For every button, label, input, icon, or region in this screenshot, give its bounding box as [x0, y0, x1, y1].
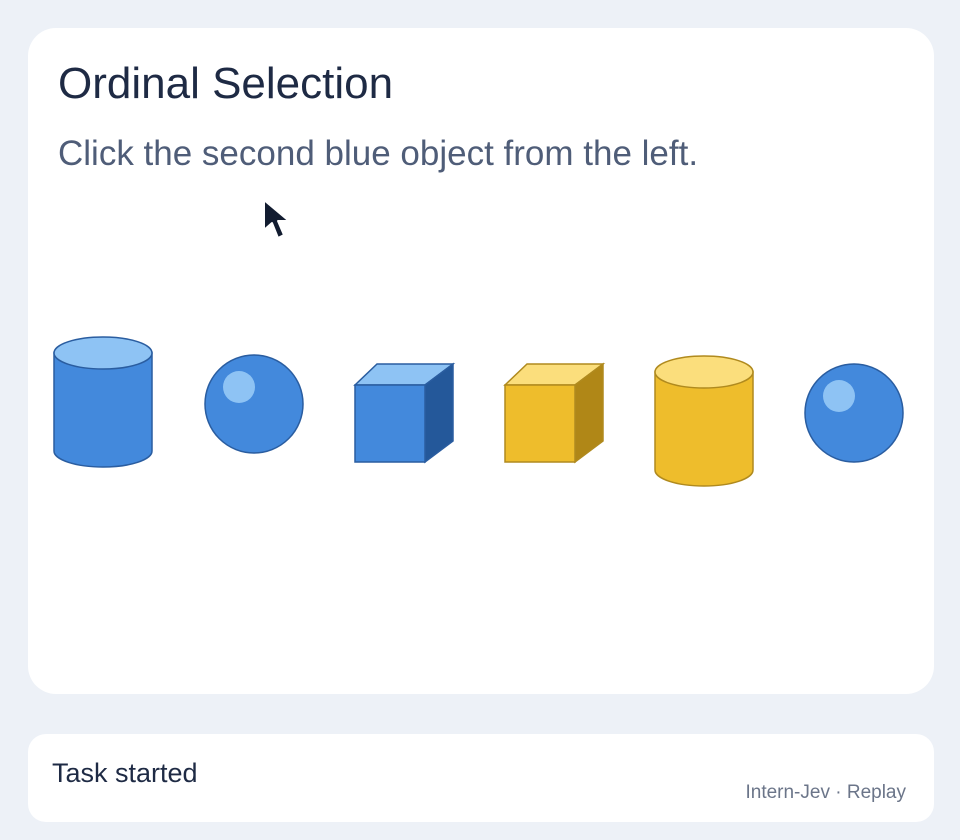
status-text: Task started [52, 758, 198, 788]
separator: · [835, 782, 842, 803]
blue-sphere-1[interactable] [203, 353, 305, 455]
yellow-cylinder[interactable] [653, 354, 757, 490]
blue-sphere-2[interactable] [803, 362, 905, 464]
status-panel: Task started Intern-Jev · Replay [28, 734, 934, 822]
author-label: Intern-Jev [745, 782, 830, 803]
replay-link[interactable]: Replay [847, 782, 906, 803]
blue-cylinder-1[interactable] [52, 335, 156, 471]
task-card: Ordinal Selection Click the second blue … [28, 28, 934, 694]
task-title: Ordinal Selection [58, 59, 394, 108]
footer-credit: Intern-Jev · Replay [745, 782, 906, 804]
yellow-cube[interactable] [503, 362, 607, 466]
blue-cube[interactable] [353, 362, 457, 466]
task-instruction: Click the second blue object from the le… [58, 134, 699, 173]
